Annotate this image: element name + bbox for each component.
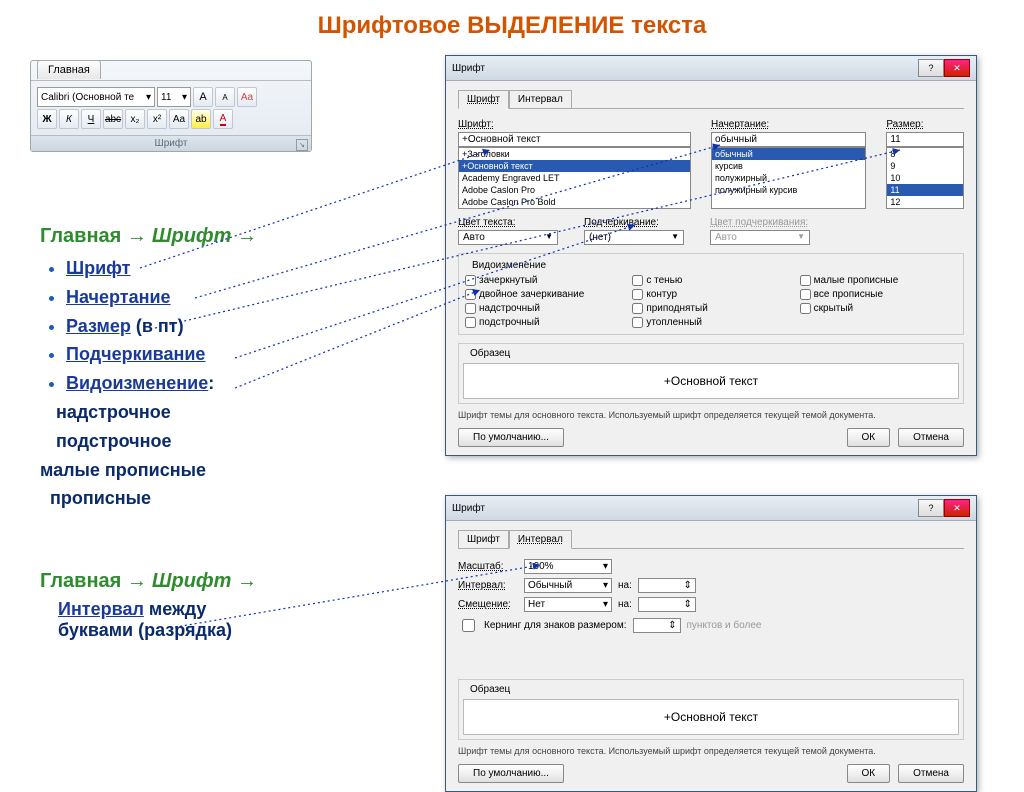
chk-engrave[interactable] [632, 317, 643, 328]
font-list[interactable]: +Заголовки +Основной текст Academy Engra… [458, 147, 691, 209]
size-input[interactable] [886, 132, 964, 147]
clear-format-button[interactable]: Aa [237, 87, 257, 107]
ribbon-font-group: Главная Calibri (Основной те▾ 11▾ A A Aa… [30, 60, 312, 152]
label-style: Начертание: [711, 119, 866, 130]
sample-fieldset: Образец +Основной текст [458, 343, 964, 404]
bold-button[interactable]: Ж [37, 109, 57, 129]
font-dialog: Шрифт ? ✕ Шрифт Интервал Шрифт: +Заголов… [445, 55, 977, 456]
chk-strike[interactable] [465, 275, 476, 286]
kerning-checkbox[interactable] [462, 619, 475, 632]
effects-fieldset: Видоизменение зачеркнутый с тенью малые … [458, 253, 964, 335]
sample-preview: +Основной текст [463, 363, 959, 399]
label-spacing: Интервал: [458, 580, 518, 591]
strike-button[interactable]: abc [103, 109, 123, 129]
tab-interval[interactable]: Интервал [509, 90, 572, 109]
spacing-dropdown[interactable]: Обычный▾ [524, 578, 612, 593]
style-list[interactable]: обычный курсив полужирный полужирный кур… [711, 147, 866, 209]
offset-dropdown[interactable]: Нет▾ [524, 597, 612, 612]
breadcrumb-block-1: Главная → Шрифт → Шрифт Начертание Разме… [40, 225, 257, 513]
italic-button[interactable]: К [59, 109, 79, 129]
chk-emboss[interactable] [632, 303, 643, 314]
shrink-font-button[interactable]: A [215, 87, 235, 107]
breadcrumb-block-2: Главная → Шрифт → Интервал между буквами… [40, 570, 257, 641]
font-size-selector[interactable]: 11▾ [157, 87, 191, 107]
interval-dialog: Шрифт ? ✕ Шрифт Интервал Масштаб: 100%▾ И… [445, 495, 977, 792]
font-family-selector[interactable]: Calibri (Основной те▾ [37, 87, 155, 107]
spacing-value[interactable]: ⇕ [638, 578, 696, 593]
style-input[interactable] [711, 132, 866, 147]
chk-super[interactable] [465, 303, 476, 314]
offset-value[interactable]: ⇕ [638, 597, 696, 612]
tab-font-2[interactable]: Шрифт [458, 530, 509, 549]
chk-allcaps[interactable] [800, 289, 811, 300]
ribbon-tab-home[interactable]: Главная [37, 60, 101, 79]
chk-dstrike[interactable] [465, 289, 476, 300]
change-case-button[interactable]: Aa [169, 109, 189, 129]
sample-fieldset-2: Образец +Основной текст [458, 679, 964, 740]
chk-smallcaps[interactable] [800, 275, 811, 286]
chk-shadow[interactable] [632, 275, 643, 286]
grow-font-button[interactable]: A [193, 87, 213, 107]
chk-outline[interactable] [632, 289, 643, 300]
help-button[interactable]: ? [918, 59, 944, 77]
dialog-description-2: Шрифт темы для основного текста. Использ… [458, 746, 964, 756]
label-ucolor: Цвет подчеркивания: [710, 217, 810, 228]
tab-interval-2[interactable]: Интервал [509, 530, 572, 549]
default-button[interactable]: По умолчанию... [458, 428, 564, 447]
scale-dropdown[interactable]: 100%▾ [524, 559, 612, 574]
underline-dropdown[interactable]: (нет)▼ [584, 230, 684, 245]
close-button[interactable]: ✕ [944, 59, 970, 77]
label-color: Цвет текста: [458, 217, 558, 228]
dialog-description: Шрифт темы для основного текста. Использ… [458, 410, 964, 420]
chk-hidden[interactable] [800, 303, 811, 314]
label-size: Размер: [886, 119, 964, 130]
cancel-button[interactable]: Отмена [898, 428, 964, 447]
help-button-2[interactable]: ? [918, 499, 944, 517]
page-title: Шрифтовое ВЫДЕЛЕНИЕ текста [0, 0, 1024, 48]
color-dropdown[interactable]: Авто▼ [458, 230, 558, 245]
dialog-titlebar: Шрифт ? ✕ [446, 56, 976, 81]
chk-sub[interactable] [465, 317, 476, 328]
underline-button[interactable]: Ч [81, 109, 101, 129]
highlight-button[interactable]: ab [191, 109, 211, 129]
label-offset: Смещение: [458, 599, 518, 610]
superscript-button[interactable]: x² [147, 109, 167, 129]
label-underline: Подчеркивание: [584, 217, 684, 228]
tab-font[interactable]: Шрифт [458, 90, 509, 109]
size-list[interactable]: 8 9 10 11 12 [886, 147, 964, 209]
subscript-button[interactable]: x₂ [125, 109, 145, 129]
dialog-launcher-icon[interactable]: ↘ [296, 139, 308, 151]
close-button-2[interactable]: ✕ [944, 499, 970, 517]
label-font: Шрифт: [458, 119, 691, 130]
font-input[interactable] [458, 132, 691, 147]
font-color-button[interactable]: A [213, 109, 233, 129]
label-scale: Масштаб: [458, 561, 518, 572]
ucolor-dropdown: Авто▼ [710, 230, 810, 245]
dialog-titlebar-2: Шрифт ? ✕ [446, 496, 976, 521]
sample-preview-2: +Основной текст [463, 699, 959, 735]
feature-list: Шрифт Начертание Размер (в пт) Подчеркив… [40, 254, 257, 513]
ribbon-group-label: Шрифт↘ [31, 135, 311, 151]
ok-button[interactable]: ОК [847, 428, 891, 447]
kerning-value[interactable]: ⇕ [633, 618, 681, 633]
